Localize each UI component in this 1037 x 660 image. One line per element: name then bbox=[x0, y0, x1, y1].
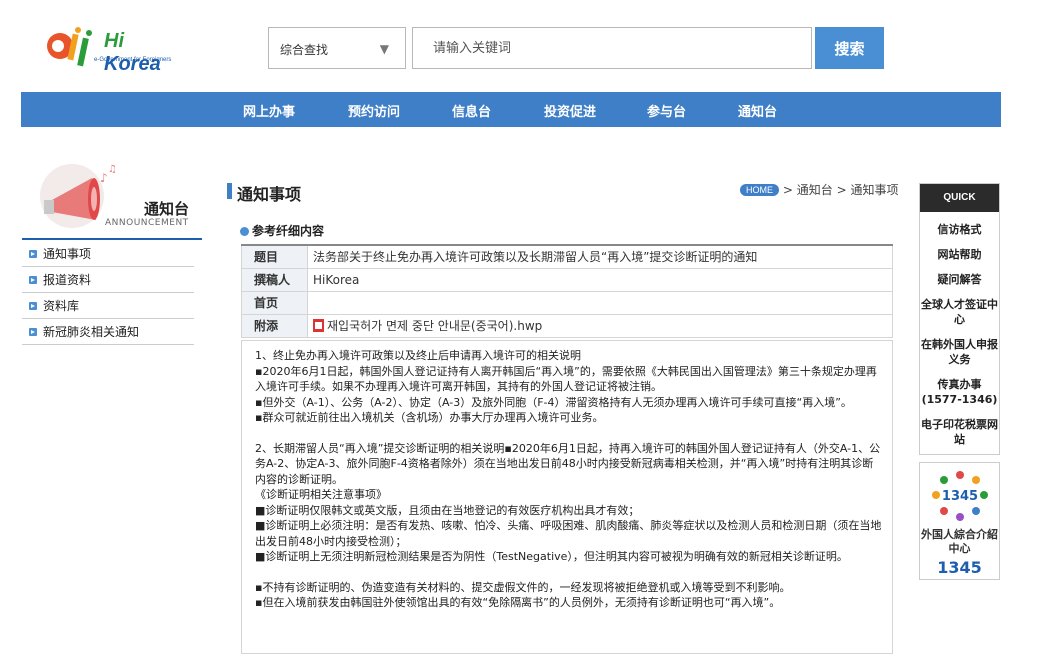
attachment-label: 附添 bbox=[241, 313, 308, 338]
quick-item-petition-forms[interactable]: 信访格式 bbox=[920, 222, 999, 237]
chevron-down-icon: ▼ bbox=[379, 42, 389, 56]
banner-logo-number: 1345 bbox=[942, 489, 978, 504]
content-line: ■诊断证明仅限韩文或英文版，且须由在当地登记的有效医疗机构出具才有效； bbox=[255, 503, 640, 517]
people-circle-icon: 1345 bbox=[932, 471, 988, 521]
table-row: 首页 bbox=[241, 290, 893, 315]
call-center-1345-banner[interactable]: 1345 外国人綜合介紹中心 1345 bbox=[919, 462, 1000, 580]
search-button[interactable]: 搜索 bbox=[815, 27, 884, 69]
breadcrumb-level1[interactable]: 通知台 bbox=[797, 183, 833, 197]
quick-item-faq[interactable]: 疑问解答 bbox=[920, 272, 999, 287]
content-line: 1、终止免办再入境许可政策以及终止后申请再入境许可的相关说明 bbox=[255, 349, 581, 362]
article-content: 1、终止免办再入境许可政策以及终止后申请再入境许可的相关说明 ▪2020年6月1… bbox=[241, 340, 893, 654]
search-type-label: 综合查找 bbox=[280, 43, 329, 57]
breadcrumb-home[interactable]: HOME bbox=[740, 184, 779, 196]
sidebar-subtitle: ANNOUNCEMENT bbox=[105, 218, 189, 228]
content-line: 2、长期滞留人员“再入境”提交诊断证明的相关说明▪2020年6月1日起，持再入境… bbox=[255, 441, 881, 486]
homepage-label: 首页 bbox=[241, 290, 308, 315]
nav-item-info[interactable]: 信息台 bbox=[452, 101, 491, 120]
sidebar-item-covid[interactable]: 新冠肺炎相关通知 bbox=[22, 319, 194, 345]
quick-item-revenue-stamp[interactable]: 电子印花税票网站 bbox=[920, 417, 999, 447]
circle-arrow-icon bbox=[240, 227, 249, 236]
quick-item-site-help[interactable]: 网站帮助 bbox=[920, 247, 999, 262]
table-row: 撰稿人 HiKorea bbox=[241, 267, 893, 292]
quick-item-fax-service[interactable]: 传真办事 bbox=[920, 377, 999, 392]
attachment-link[interactable]: 재입국허가 면제 중단 안내문(중국어).hwp bbox=[327, 319, 542, 333]
author-value: HiKorea bbox=[307, 267, 893, 292]
logo-text: Hi Korea bbox=[104, 30, 161, 75]
arrow-bullet-icon bbox=[29, 250, 37, 258]
nav-item-reservation[interactable]: 预约访问 bbox=[348, 101, 400, 120]
logo-mark-icon bbox=[47, 27, 92, 67]
quick-menu-header: QUICK bbox=[920, 184, 999, 212]
nav-item-notice[interactable]: 通知台 bbox=[738, 101, 777, 120]
content-line: ▪群众可就近前往出入境机关（含机场）办事大厅办理再入境许可业务。 bbox=[255, 411, 604, 424]
page-title-marker bbox=[227, 183, 232, 199]
content-line: ▪2020年6月1日起，韩国外国人登记证持有人离开韩国后“再入境”的，需要依照《… bbox=[255, 364, 877, 394]
homepage-value bbox=[307, 290, 893, 315]
sidebar-banner: ♪ ♫ 通知台 ANNOUNCEMENT bbox=[22, 158, 202, 238]
sidebar-item-library[interactable]: 资料库 bbox=[22, 293, 194, 319]
sidebar-menu: 通知事项 报道资料 资料库 新冠肺炎相关通知 bbox=[22, 241, 194, 345]
content-line: 《诊断证明相关注意事项》 bbox=[255, 488, 387, 501]
sidebar-divider bbox=[22, 238, 202, 240]
svg-text:♫: ♫ bbox=[108, 164, 117, 175]
table-row: 题目 法务部关于终止免办再入境许可政策以及长期滞留人员“再入境”提交诊断证明的通… bbox=[241, 244, 893, 269]
nav-item-online-service[interactable]: 网上办事 bbox=[243, 101, 295, 120]
search-type-select[interactable]: 综合查找 ▼ bbox=[268, 27, 406, 69]
author-label: 撰稿人 bbox=[241, 267, 308, 292]
content-line: ▪但在入境前获发由韩国驻外使领馆出具的有效“免除隔离书”的人员例外，无须持有诊断… bbox=[255, 596, 781, 609]
breadcrumb: HOME > 通知台 > 通知事项 bbox=[740, 181, 898, 198]
quick-item-talent-visa[interactable]: 全球人才签证中心 bbox=[920, 297, 999, 327]
quick-item-fax-number[interactable]: (1577-1346) bbox=[920, 392, 999, 407]
arrow-bullet-icon bbox=[29, 276, 37, 284]
table-row: 附添 재입국허가 면제 중단 안내문(중국어).hwp bbox=[241, 313, 893, 338]
page-title: 通知事项 bbox=[237, 185, 302, 204]
quick-item-report-duty[interactable]: 在韩外国人申报义务 bbox=[920, 337, 999, 367]
sidebar-item-press[interactable]: 报道资料 bbox=[22, 267, 194, 293]
hikorea-logo[interactable]: Hi Korea e-Government for Foreigners bbox=[44, 24, 184, 75]
call-center-title: 外国人綜合介紹中心 bbox=[921, 528, 998, 555]
content-line: ▪但外交（A-1）、公务（A-2）、协定（A-3）及旅外同胞（F-4）滞留资格持… bbox=[255, 395, 852, 409]
content-line: ▪不持有诊断证明的、伪造变造有关材料的、提交虚假文件的，一经发现将被拒绝登机或入… bbox=[255, 580, 791, 594]
nav-item-participation[interactable]: 参与台 bbox=[647, 101, 686, 120]
call-center-number: 1345 bbox=[937, 558, 982, 577]
subject-value: 法务部关于终止免办再入境许可政策以及长期滞留人员“再入境”提交诊断证明的通知 bbox=[307, 244, 893, 269]
quick-menu: QUICK 信访格式 网站帮助 疑问解答 全球人才签证中心 在韩外国人申报义务 … bbox=[919, 183, 1000, 455]
breadcrumb-level2: 通知事项 bbox=[850, 183, 899, 197]
attachment-cell: 재입국허가 면제 중단 안내문(중국어).hwp bbox=[307, 313, 893, 338]
arrow-bullet-icon bbox=[29, 302, 37, 310]
subject-label: 题目 bbox=[241, 244, 308, 269]
main-nav: 网上办事 预约访问 信息台 投资促进 参与台 通知台 bbox=[21, 92, 1001, 127]
svg-text:♪: ♪ bbox=[100, 171, 108, 185]
breadcrumb-separator: > bbox=[836, 183, 847, 197]
search-input[interactable] bbox=[412, 27, 812, 69]
sidebar-item-notices[interactable]: 通知事项 bbox=[22, 241, 194, 267]
arrow-bullet-icon bbox=[29, 328, 37, 336]
sidebar-title: 通知台 bbox=[144, 200, 190, 218]
section-heading: 参考纤细内容 bbox=[240, 222, 324, 239]
content-line: ■诊断证明上必须注明：是否有发热、咳嗽、怕冷、头痛、呼吸困难、肌肉酸痛、肺炎等症… bbox=[255, 519, 882, 548]
logo-subtitle: e-Government for Foreigners bbox=[94, 57, 172, 63]
detail-table: 题目 法务部关于终止免办再入境许可政策以及长期滞留人员“再入境”提交诊断证明的通… bbox=[241, 244, 893, 338]
nav-item-investment[interactable]: 投资促进 bbox=[544, 101, 596, 120]
content-line: ■诊断证明上无须注明新冠检测结果是否为阴性（TestNegative），但注明其… bbox=[255, 550, 848, 563]
breadcrumb-separator: > bbox=[782, 183, 793, 197]
hwp-file-icon bbox=[313, 319, 324, 332]
